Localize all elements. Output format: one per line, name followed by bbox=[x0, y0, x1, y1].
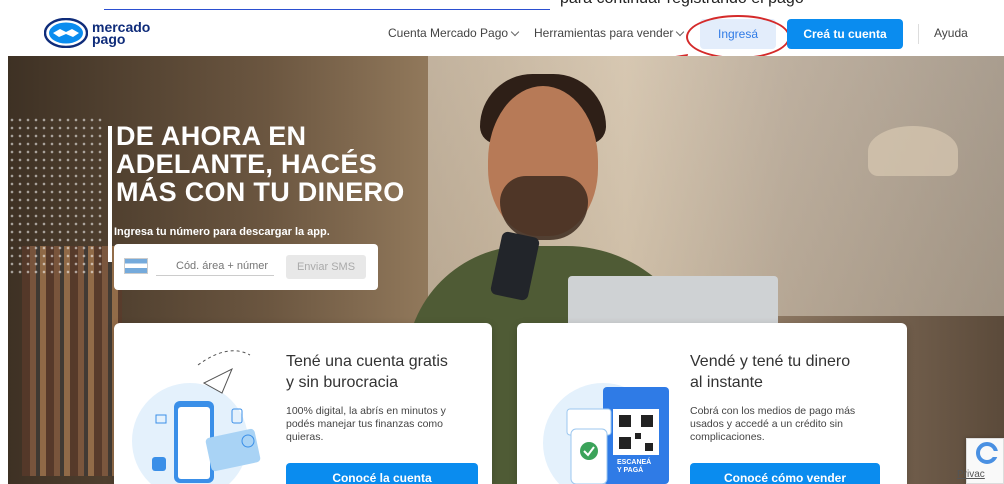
card-cuenta-desc-line-1: 100% digital, la abrís en minutos y bbox=[286, 405, 446, 417]
hero-headline-line-3: MÁS CON TU DINERO bbox=[116, 177, 405, 207]
card-cuenta-description: 100% digital, la abrís en minutos y podé… bbox=[286, 405, 446, 444]
recaptcha-icon bbox=[976, 442, 999, 464]
top-navbar: mercado pago Cuenta Mercado Pago Herrami… bbox=[0, 10, 1004, 59]
card-vender-desc-line-3: complicaciones. bbox=[690, 431, 765, 443]
know-account-button[interactable]: Conocé la cuenta bbox=[286, 463, 478, 484]
mercadopago-logo[interactable]: mercado pago bbox=[43, 17, 150, 49]
card-cuenta-title-line-1: Tené una cuenta gratis bbox=[286, 353, 448, 370]
seller-illustration-icon: ESCANEÁ Y PAGÁ bbox=[531, 343, 681, 484]
recaptcha-privacy-link[interactable]: Privac bbox=[957, 469, 985, 480]
hero-headline: DE AHORA EN ADELANTE, HACÉS MÁS CON TU D… bbox=[116, 122, 405, 206]
hero-bg-lamp bbox=[868, 126, 958, 176]
card-cuenta-desc-line-3: quieras. bbox=[286, 431, 324, 443]
nav-cuenta-label: Cuenta Mercado Pago bbox=[388, 26, 509, 40]
nav-divider bbox=[918, 24, 919, 44]
cropped-link[interactable] bbox=[104, 0, 550, 10]
argentina-flag-icon[interactable] bbox=[124, 258, 148, 274]
cropped-instruction-text: para continuar registrando el pago bbox=[0, 0, 1004, 10]
know-how-to-sell-button[interactable]: Conocé cómo vender bbox=[690, 463, 880, 484]
headline-accent-bar bbox=[108, 126, 112, 262]
hero-bg-bookshelf bbox=[22, 246, 122, 476]
card-vender-title-line-1: Vendé y tené tu dinero bbox=[690, 353, 851, 370]
feature-card-cuenta: Tené una cuenta gratis y sin burocracia … bbox=[114, 323, 492, 484]
nav-herramientas-para-vender[interactable]: Herramientas para vender bbox=[534, 26, 685, 40]
handshake-icon bbox=[43, 17, 89, 49]
card-vender-title: Vendé y tené tu dinero al instante bbox=[690, 351, 850, 393]
card-vender-title-line-2: al instante bbox=[690, 374, 763, 391]
account-illustration-icon bbox=[128, 343, 278, 484]
card-vender-desc-line-1: Cobrá con los medios de pago más bbox=[690, 405, 856, 417]
hero-subtitle: Ingresa tu número para descargar la app. bbox=[114, 226, 330, 238]
nav-cuenta-mercado-pago[interactable]: Cuenta Mercado Pago bbox=[388, 26, 520, 40]
create-account-button[interactable]: Creá tu cuenta bbox=[787, 19, 903, 49]
feature-card-vender: ESCANEÁ Y PAGÁ Vendé y tené tu dinero al… bbox=[517, 323, 907, 484]
send-sms-button[interactable]: Enviar SMS bbox=[286, 255, 366, 279]
chevron-down-icon bbox=[676, 27, 685, 36]
chevron-down-icon bbox=[510, 27, 520, 36]
hero-person-beard bbox=[500, 176, 588, 240]
card-cuenta-title: Tené una cuenta gratis y sin burocracia bbox=[286, 351, 448, 393]
qr-caption-line-1: ESCANEÁ bbox=[617, 459, 652, 466]
sms-form: Enviar SMS bbox=[114, 244, 378, 290]
card-vender-desc-line-2: usados y accedé a un crédito sin bbox=[690, 418, 843, 430]
recaptcha-badge[interactable]: Privac bbox=[957, 438, 1004, 484]
phone-number-input[interactable] bbox=[156, 256, 274, 276]
hero-headline-line-2: ADELANTE, HACÉS bbox=[116, 149, 378, 179]
card-vender-description: Cobrá con los medios de pago más usados … bbox=[690, 405, 855, 444]
card-cuenta-desc-line-2: podés manejar tus finanzas como bbox=[286, 418, 444, 430]
cropped-instruction-rest: para continuar registrando el pago bbox=[560, 0, 804, 8]
card-cuenta-title-line-2: y sin burocracia bbox=[286, 374, 399, 391]
help-link[interactable]: Ayuda bbox=[934, 26, 968, 40]
dot-pattern bbox=[8, 116, 104, 276]
nav-herramientas-label: Herramientas para vender bbox=[534, 26, 674, 40]
qr-caption-line-2: Y PAGÁ bbox=[617, 467, 644, 474]
hero-headline-line-1: DE AHORA EN bbox=[116, 121, 307, 151]
